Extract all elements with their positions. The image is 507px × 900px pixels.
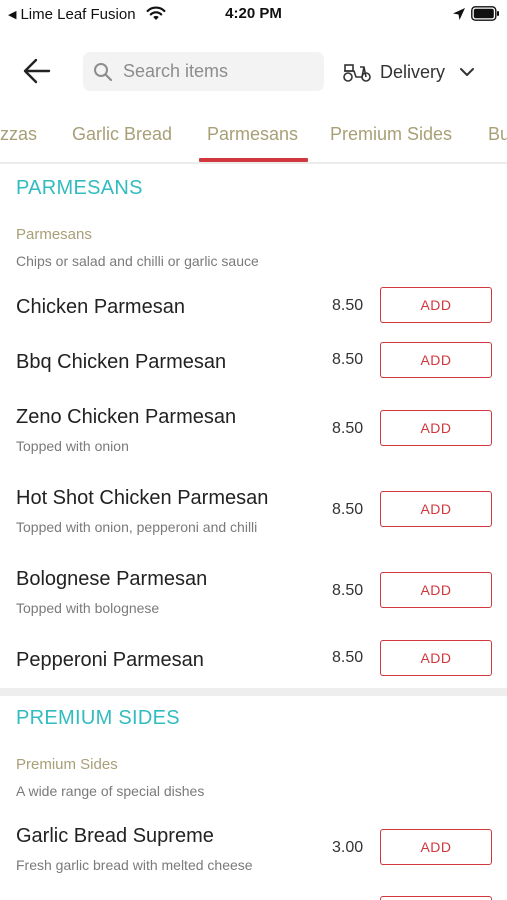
tab-pizzas[interactable]: Pizzas [0,124,37,145]
tab-premium-sides[interactable]: Premium Sides [330,124,452,145]
add-button[interactable]: ADD [380,640,492,676]
search-box[interactable] [83,52,324,91]
item-description: Fresh garlic bread with melted cheese [16,857,253,873]
status-time: 4:20 PM [225,5,282,22]
item-name: Zeno Chicken Parmesan [16,406,237,428]
item-name: Bolognese Parmesan [16,568,208,590]
item-description: Topped with bolognese [16,600,160,616]
section-divider [0,688,507,696]
delivery-selector[interactable]: Delivery [342,56,475,88]
add-button[interactable]: ADD [380,410,492,446]
delivery-label: Delivery [380,61,446,82]
tab-garlic-bread[interactable]: Garlic Bread [72,124,172,145]
item-price: 3.00 [332,839,364,856]
section-title-parmesans: PARMESANS [16,177,143,199]
item-description: Topped with onion, pepperoni and chilli [16,519,258,535]
item-name: Pepperoni Parmesan [16,649,204,671]
item-price: 8.50 [332,582,364,599]
add-button-partial[interactable] [380,896,492,900]
add-button[interactable]: ADD [380,572,492,608]
active-tab-indicator [199,158,308,162]
scooter-icon [343,64,371,82]
section-description-premium-sides: A wide range of special dishes [16,783,205,799]
location-arrow-icon [453,8,465,20]
back-arrow-icon[interactable] [22,58,52,84]
section-subtitle-parmesans: Parmesans [16,226,92,243]
search-icon [94,62,113,81]
tab-parmesans[interactable]: Parmesans [207,124,298,145]
item-price: 8.50 [332,649,364,666]
add-button[interactable]: ADD [380,829,492,865]
item-name: Garlic Bread Supreme [16,825,214,847]
category-tabs: Pizzas Garlic Bread Parmesans Premium Si… [0,112,507,164]
section-subtitle-premium-sides: Premium Sides [16,756,118,773]
battery-icon [471,6,499,21]
search-input[interactable] [123,61,313,82]
item-price: 8.50 [332,501,364,518]
item-price: 8.50 [332,420,364,437]
add-button[interactable]: ADD [380,491,492,527]
add-button[interactable]: ADD [380,342,492,378]
item-price: 8.50 [332,297,364,314]
tab-burgers-partial[interactable]: Bu [488,124,507,145]
add-button[interactable]: ADD [380,287,492,323]
item-name: Chicken Parmesan [16,296,185,318]
item-name: Bbq Chicken Parmesan [16,351,227,373]
item-name: Hot Shot Chicken Parmesan [16,487,269,509]
item-description: Topped with onion [16,438,129,454]
header: Delivery [0,46,507,100]
item-price: 8.50 [332,351,364,368]
section-title-premium-sides: PREMIUM SIDES [16,707,180,729]
chevron-down-icon [460,68,475,76]
status-bar: ◀ Lime Leaf Fusion 4:20 PM [0,0,507,30]
section-description-parmesans: Chips or salad and chilli or garlic sauc… [16,253,259,269]
